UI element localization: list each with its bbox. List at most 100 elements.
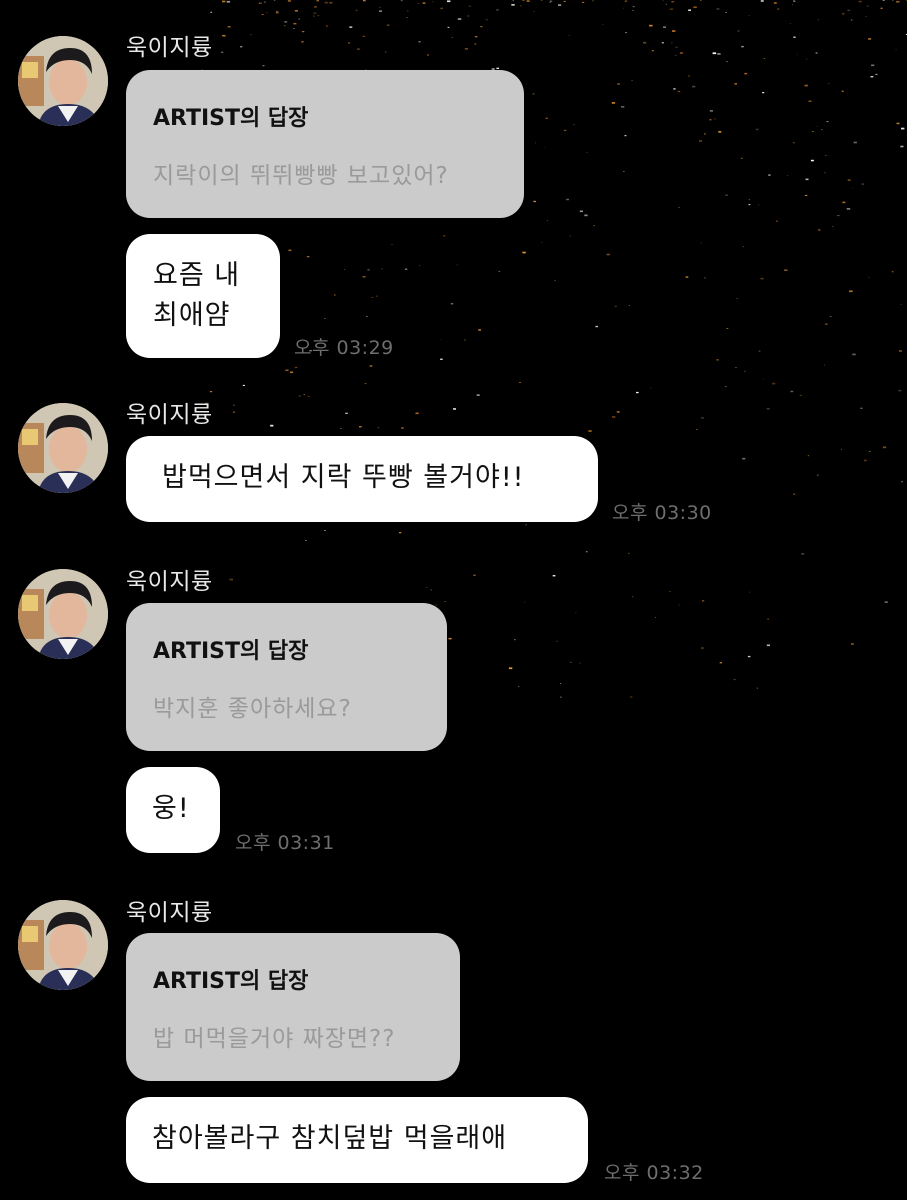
star-speck	[757, 204, 760, 206]
star-speck	[628, 552, 630, 554]
star-speck	[579, 210, 583, 213]
message-bubble[interactable]: 참아볼라구 참치덮밥 먹을래애	[126, 1097, 588, 1183]
star-speck	[755, 128, 759, 131]
star-speck	[376, 295, 378, 297]
star-speck	[725, 386, 727, 388]
star-speck	[692, 85, 696, 88]
star-speck	[654, 617, 657, 618]
star-speck	[793, 493, 796, 495]
star-speck	[258, 3, 261, 4]
star-speck	[868, 38, 872, 40]
star-speck	[744, 370, 746, 372]
star-speck	[522, 251, 526, 254]
star-speck	[744, 72, 748, 75]
sender-avatar[interactable]	[18, 36, 108, 126]
artist-reply-card[interactable]: ARTIST의 답장 박지훈 좋아하세요?	[126, 603, 447, 751]
star-speck	[559, 696, 562, 698]
message-time: 오후 03:32	[604, 1162, 704, 1184]
star-speck	[704, 277, 706, 279]
star-speck	[807, 455, 809, 457]
star-speck	[661, 42, 664, 44]
star-speck	[669, 8, 674, 10]
star-speck	[763, 58, 766, 59]
star-speck	[756, 687, 758, 689]
star-speck	[792, 142, 795, 144]
star-speck	[362, 276, 366, 278]
message-bubble[interactable]: 요즘 내 최애얌	[126, 234, 280, 358]
message-bubble[interactable]: 웅!	[126, 767, 220, 853]
star-speck	[415, 412, 419, 415]
star-speck	[766, 644, 770, 647]
star-speck	[435, 604, 438, 606]
sender-avatar[interactable]	[18, 569, 108, 659]
star-speck	[808, 100, 812, 102]
star-speck	[896, 122, 900, 125]
star-speck	[367, 269, 370, 271]
star-speck	[772, 382, 776, 385]
star-speck	[792, 4, 794, 6]
star-speck	[824, 323, 828, 325]
star-speck	[786, 175, 789, 177]
star-speck	[741, 45, 744, 48]
star-speck	[742, 457, 746, 460]
star-speck	[700, 242, 702, 244]
star-speck	[312, 15, 315, 17]
star-speck	[733, 679, 736, 681]
star-speck	[364, 383, 367, 385]
star-speck	[305, 540, 307, 541]
star-speck	[288, 249, 292, 252]
star-speck	[474, 36, 478, 38]
star-speck	[837, 215, 840, 217]
star-speck	[532, 93, 535, 95]
avatar-photo-icon	[18, 900, 108, 990]
star-speck	[533, 200, 536, 203]
star-speck	[631, 79, 633, 81]
star-speck	[399, 532, 402, 534]
star-speck	[672, 30, 676, 32]
star-speck	[326, 25, 328, 27]
message-line-1: 요즘 내	[153, 260, 241, 291]
message-line-1: 웅!	[152, 793, 190, 824]
star-speck	[357, 48, 360, 50]
sender-name: 욱이지륭	[126, 402, 213, 428]
star-speck	[748, 199, 750, 201]
star-speck	[688, 9, 691, 11]
star-speck	[457, 18, 462, 20]
star-speck	[575, 612, 577, 614]
star-speck	[294, 366, 298, 369]
sender-avatar[interactable]	[18, 403, 108, 493]
star-speck	[825, 155, 827, 156]
star-speck	[210, 11, 213, 13]
sender-name: 욱이지륭	[126, 569, 213, 595]
star-speck	[860, 407, 863, 409]
star-speck	[901, 127, 905, 130]
star-speck	[725, 194, 728, 196]
star-speck	[734, 83, 737, 85]
star-speck	[444, 601, 446, 602]
star-speck	[847, 179, 851, 181]
star-speck	[496, 67, 499, 69]
star-speck	[549, 0, 553, 2]
star-speck	[226, 0, 231, 3]
sender-avatar[interactable]	[18, 900, 108, 990]
star-speck	[496, 9, 499, 11]
star-speck	[294, 10, 298, 12]
message-bubble[interactable]: 밥먹으면서 지락 뚜빵 볼거야!!	[126, 436, 598, 522]
artist-reply-card[interactable]: ARTIST의 답장 지락이의 뛰뛰빵빵 보고있어?	[126, 70, 524, 218]
star-speck	[345, 412, 348, 414]
star-speck	[649, 24, 653, 27]
star-speck	[884, 601, 888, 603]
star-speck	[227, 26, 231, 28]
star-speck	[592, 0, 594, 2]
star-speck	[624, 0, 628, 2]
star-speck	[422, 2, 426, 4]
star-speck	[593, 225, 595, 226]
star-speck	[832, 226, 834, 227]
star-speck	[366, 316, 368, 317]
star-speck	[868, 450, 871, 452]
star-speck	[651, 50, 654, 52]
artist-reply-card[interactable]: ARTIST의 답장 밥 머먹을거야 짜장면??	[126, 933, 460, 1081]
star-speck	[768, 174, 771, 176]
star-speck	[447, 0, 451, 3]
star-speck	[478, 329, 481, 331]
